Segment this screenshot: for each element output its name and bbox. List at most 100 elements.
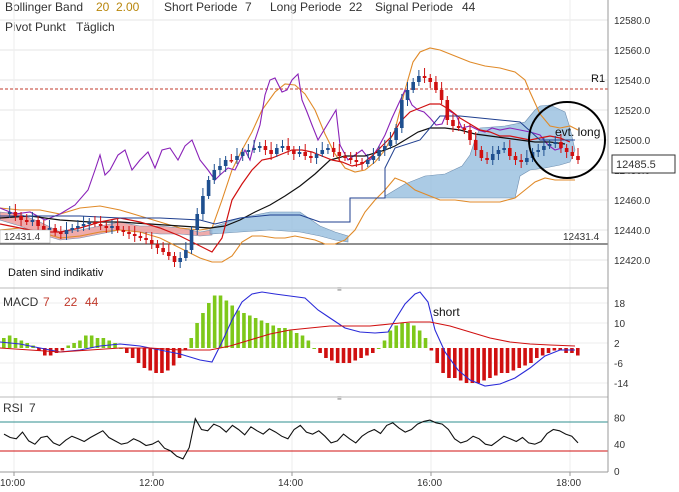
macd-histogram-bar [488, 348, 492, 378]
rsi-tick-label: 40 [614, 440, 626, 451]
macd-histogram-bar [576, 348, 580, 356]
macd-histogram-bar [347, 348, 352, 363]
candle-body [274, 148, 279, 154]
candle-body [320, 150, 325, 154]
candle-body [70, 228, 74, 230]
macd-histogram-bar [546, 348, 551, 353]
candle-body [280, 146, 285, 148]
macd-histogram-bar [142, 348, 147, 368]
candle-body [263, 146, 268, 150]
macd-histogram-bar [84, 335, 88, 348]
macd-histogram-bar [277, 328, 281, 348]
candle-body [559, 142, 563, 148]
candle-body [525, 158, 529, 162]
candle-body [223, 160, 228, 166]
rsi-tick-label: 0 [614, 467, 620, 478]
short-period-value: 7 [245, 0, 252, 14]
macd-histogram-bar [253, 318, 258, 348]
price-tick-label: 12560.0 [614, 46, 651, 57]
price-axis: 12580.012560.012540.012520.012500.012480… [614, 16, 651, 267]
candle-body [41, 226, 46, 230]
macd-histogram-bar [435, 348, 440, 363]
candle-body [337, 152, 342, 156]
candle-body [132, 234, 137, 236]
rsi-period: 7 [29, 401, 36, 415]
candle-body [7, 212, 12, 214]
drag-handle-icon[interactable]: ≡ [337, 394, 342, 403]
macd-histogram-bar [540, 348, 545, 356]
macd-histogram-bar [107, 340, 112, 348]
macd-histogram-bar [130, 348, 135, 358]
candle-body [564, 148, 569, 152]
pivot-price-right: 12431.4 [563, 232, 600, 243]
short-period-label: Short Periode [164, 0, 238, 14]
candle-body [496, 150, 501, 154]
time-tick-label: 10:00 [0, 478, 25, 489]
candle-body [422, 76, 427, 78]
macd-histogram-bar [189, 338, 194, 348]
price-tick-label: 12580.0 [614, 16, 651, 27]
pivot-mode: Täglich [76, 20, 115, 34]
candle-body [178, 258, 182, 262]
candle-body [365, 160, 370, 164]
candle-body [343, 156, 347, 158]
candle-body [519, 160, 523, 162]
candle-body [388, 140, 393, 146]
macd-histogram-bar [359, 348, 363, 358]
drag-handle-icon[interactable]: ≡ [337, 285, 342, 294]
candle-body [235, 156, 239, 160]
candle-body [167, 252, 171, 256]
macd-histogram-bar [201, 313, 205, 348]
macd-histogram-bar [458, 348, 463, 381]
macd-param-3: 44 [85, 295, 99, 309]
time-tick-label: 12:00 [139, 478, 164, 489]
candle-body [155, 244, 160, 248]
macd-histogram-bar [195, 323, 199, 348]
macd-histogram-bar [400, 323, 404, 348]
candle-body [371, 156, 376, 160]
candle-body [252, 148, 256, 150]
macd-histogram-bar [212, 295, 217, 348]
candle-body [309, 156, 313, 158]
candle-body [201, 196, 205, 214]
candle-body [229, 160, 234, 162]
rsi-label: RSI [3, 401, 23, 415]
pivot-price-left: 12431.4 [4, 232, 41, 243]
candle-body [87, 222, 92, 224]
candle-body [417, 76, 421, 82]
macd-histogram-bar [160, 348, 164, 373]
candle-body [98, 224, 103, 226]
macd-tick-label: -6 [614, 359, 623, 370]
macd-histogram-bar [218, 295, 223, 348]
macd-histogram-bar [517, 348, 522, 368]
candle-body [502, 148, 506, 150]
candle-body [292, 150, 296, 154]
macd-histogram-bar [382, 340, 387, 348]
rsi-panel: 80 40 0 RSI 7 [0, 401, 626, 478]
candle-body [189, 230, 194, 250]
bollinger-deviation: 2.00 [116, 0, 140, 14]
macd-tick-label: -14 [614, 379, 629, 390]
candle-body [115, 226, 120, 230]
candle-body [479, 150, 484, 158]
macd-param-2: 22 [64, 295, 78, 309]
time-tick-label: 16:00 [417, 478, 442, 489]
time-axis: 10:00 12:00 14:00 16:00 18:00 [0, 471, 608, 489]
price-tick-label: 12460.0 [614, 196, 651, 207]
macd-histogram-bar [335, 348, 340, 363]
candle-body [127, 232, 131, 234]
candle-body [348, 158, 353, 160]
candle-body [576, 156, 580, 160]
macd-histogram-bar [330, 348, 334, 361]
candle-body [144, 238, 148, 240]
candle-body [314, 154, 319, 158]
candle-body [553, 142, 558, 144]
long-period-value: 22 [349, 0, 363, 14]
price-tick-label: 12540.0 [614, 76, 651, 87]
time-tick-label: 18:00 [556, 478, 581, 489]
candle-body [121, 230, 126, 232]
price-tick-label: 12500.0 [614, 136, 651, 147]
price-tick-label: 12440.0 [614, 226, 651, 237]
macd-histogram-bar [259, 320, 264, 348]
candle-body [297, 152, 302, 154]
